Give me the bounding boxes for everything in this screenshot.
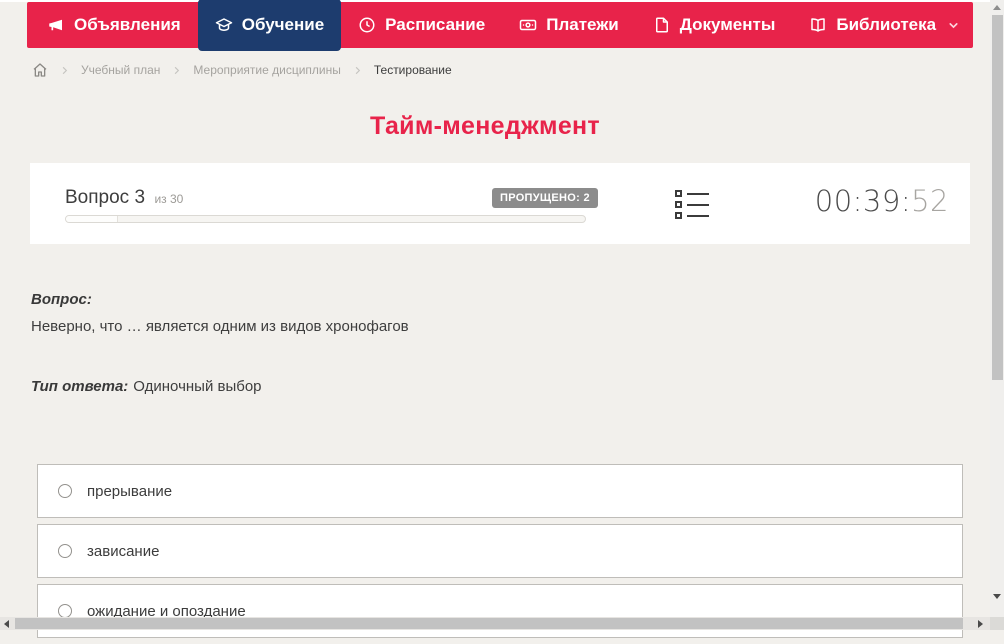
nav-item-label: Расписание bbox=[385, 15, 486, 34]
graduation-cap-icon bbox=[215, 16, 233, 34]
answer-type-label: Тип ответа: bbox=[31, 378, 129, 395]
question-header-card: Вопрос 3 из 30 ПРОПУЩЕНО: 2 00:39:52 bbox=[30, 163, 970, 244]
main-navbar: Объявления Обучение Расписание Платежи Д… bbox=[27, 0, 976, 51]
scroll-up-arrow-icon[interactable] bbox=[993, 5, 1001, 10]
question-number: Вопрос 3 из 30 bbox=[65, 187, 183, 209]
nav-item-label: Библиотека bbox=[836, 15, 937, 34]
nav-item-announcements[interactable]: Объявления bbox=[30, 2, 198, 48]
nav-item-documents[interactable]: Документы bbox=[636, 2, 793, 48]
horizontal-scrollbar[interactable] bbox=[0, 617, 990, 630]
breadcrumb: Учебный план Мероприятие дисциплины Тест… bbox=[32, 62, 452, 78]
book-icon bbox=[809, 16, 827, 34]
nav-item-label: Документы bbox=[679, 15, 776, 34]
answer-option-label: зависание bbox=[87, 542, 160, 560]
list-icon-row bbox=[675, 190, 709, 197]
question-list-icon[interactable] bbox=[675, 190, 709, 223]
chevron-right-icon bbox=[171, 65, 182, 76]
list-icon-row bbox=[675, 201, 709, 208]
timer-hours-minutes: 00:39: bbox=[814, 184, 912, 218]
skipped-badge: ПРОПУЩЕНО: 2 bbox=[492, 188, 598, 208]
chevron-down-icon bbox=[946, 19, 959, 32]
vertical-scrollbar-thumb[interactable] bbox=[992, 15, 1003, 380]
scrollbar-corner bbox=[990, 617, 1004, 630]
clock-icon bbox=[358, 16, 376, 34]
scroll-down-arrow-icon[interactable] bbox=[993, 594, 1001, 599]
answer-option[interactable]: прерывание bbox=[37, 464, 963, 518]
answer-type: Тип ответа: Одиночный выбор bbox=[31, 378, 262, 395]
progress-fill bbox=[66, 216, 118, 222]
progress-bar bbox=[65, 215, 586, 223]
nav-item-library[interactable]: Библиотека bbox=[792, 2, 976, 48]
answer-option[interactable]: зависание bbox=[37, 524, 963, 578]
vertical-scrollbar[interactable] bbox=[990, 0, 1004, 617]
question-number-label: Вопрос 3 bbox=[65, 187, 146, 208]
scroll-left-arrow-icon[interactable] bbox=[4, 620, 9, 628]
chevron-right-icon bbox=[59, 65, 70, 76]
page-title: Тайм-менеджмент bbox=[370, 112, 600, 140]
list-icon-row bbox=[675, 212, 709, 219]
banknote-icon bbox=[519, 16, 537, 34]
chevron-right-icon bbox=[352, 65, 363, 76]
timer-seconds: 52 bbox=[911, 184, 949, 218]
radio-button[interactable] bbox=[58, 544, 72, 558]
nav-item-learning[interactable]: Обучение bbox=[197, 0, 342, 51]
nav-item-schedule[interactable]: Расписание bbox=[341, 2, 502, 48]
question-section: Вопрос: Неверно, что … является одним из… bbox=[31, 291, 931, 335]
scroll-right-arrow-icon[interactable] bbox=[978, 620, 983, 628]
horizontal-scrollbar-thumb[interactable] bbox=[15, 618, 963, 629]
radio-button[interactable] bbox=[58, 484, 72, 498]
nav-item-label: Объявления bbox=[74, 15, 181, 34]
answer-type-value: Одиночный выбор bbox=[133, 378, 262, 395]
breadcrumb-item-testing: Тестирование bbox=[373, 63, 452, 77]
answer-option-label: прерывание bbox=[87, 482, 173, 500]
question-heading: Вопрос: bbox=[31, 291, 92, 308]
timer: 00:39:52 bbox=[815, 184, 949, 218]
breadcrumb-item-discipline-event[interactable]: Мероприятие дисциплины bbox=[193, 63, 340, 77]
megaphone-icon bbox=[47, 16, 65, 34]
document-icon bbox=[653, 16, 671, 34]
nav-item-label: Обучение bbox=[241, 15, 325, 34]
home-icon[interactable] bbox=[32, 62, 48, 78]
question-text: Неверно, что … является одним из видов х… bbox=[31, 318, 409, 335]
nav-item-label: Платежи bbox=[546, 15, 619, 34]
radio-button[interactable] bbox=[58, 604, 72, 618]
breadcrumb-item-curriculum[interactable]: Учебный план bbox=[81, 63, 160, 77]
question-total-label: из 30 bbox=[154, 192, 184, 206]
nav-item-payments[interactable]: Платежи bbox=[502, 2, 636, 48]
